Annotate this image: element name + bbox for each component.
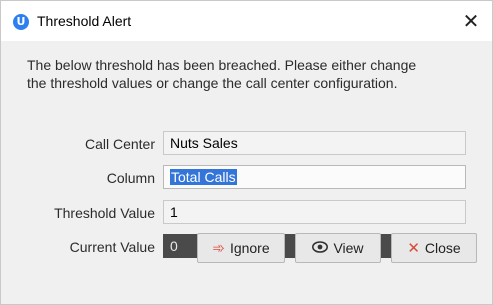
close-button-label: Close	[424, 240, 461, 256]
threshold-value-field[interactable]: 1	[163, 200, 466, 224]
threshold-value-value: 1	[170, 204, 178, 220]
alert-message-line-2: the threshold values or change the call …	[27, 75, 398, 91]
app-icon: U	[13, 14, 29, 30]
ignore-icon: ➾	[212, 239, 225, 257]
eye-icon	[312, 239, 329, 257]
alert-message-line-1: The below threshold has been breached. P…	[27, 57, 417, 73]
threshold-alert-dialog: U Threshold Alert ✕ The below threshold …	[0, 0, 493, 305]
threshold-value-label: Threshold Value	[54, 205, 155, 221]
current-value-value: 0	[170, 238, 178, 254]
window-title: Threshold Alert	[37, 13, 132, 29]
dialog-body: The below threshold has been breached. P…	[1, 41, 492, 304]
close-icon: ✕	[407, 239, 420, 257]
current-value-label: Current Value	[69, 239, 155, 255]
ignore-button[interactable]: ➾ Ignore	[197, 233, 285, 263]
call-center-field[interactable]: Nuts Sales	[163, 131, 466, 155]
call-center-label: Call Center	[84, 136, 155, 152]
column-value: Total Calls	[170, 169, 237, 185]
title-bar[interactable]: U Threshold Alert ✕	[1, 1, 492, 41]
column-label: Column	[106, 170, 155, 186]
column-field[interactable]: Total Calls	[163, 165, 466, 189]
window-close-button[interactable]: ✕	[459, 10, 483, 34]
alert-message: The below threshold has been breached. P…	[27, 56, 487, 92]
call-center-value: Nuts Sales	[170, 135, 238, 151]
view-button[interactable]: View	[295, 233, 381, 263]
close-button[interactable]: ✕ Close	[391, 233, 477, 263]
view-button-label: View	[333, 240, 364, 256]
ignore-button-label: Ignore	[229, 240, 270, 256]
